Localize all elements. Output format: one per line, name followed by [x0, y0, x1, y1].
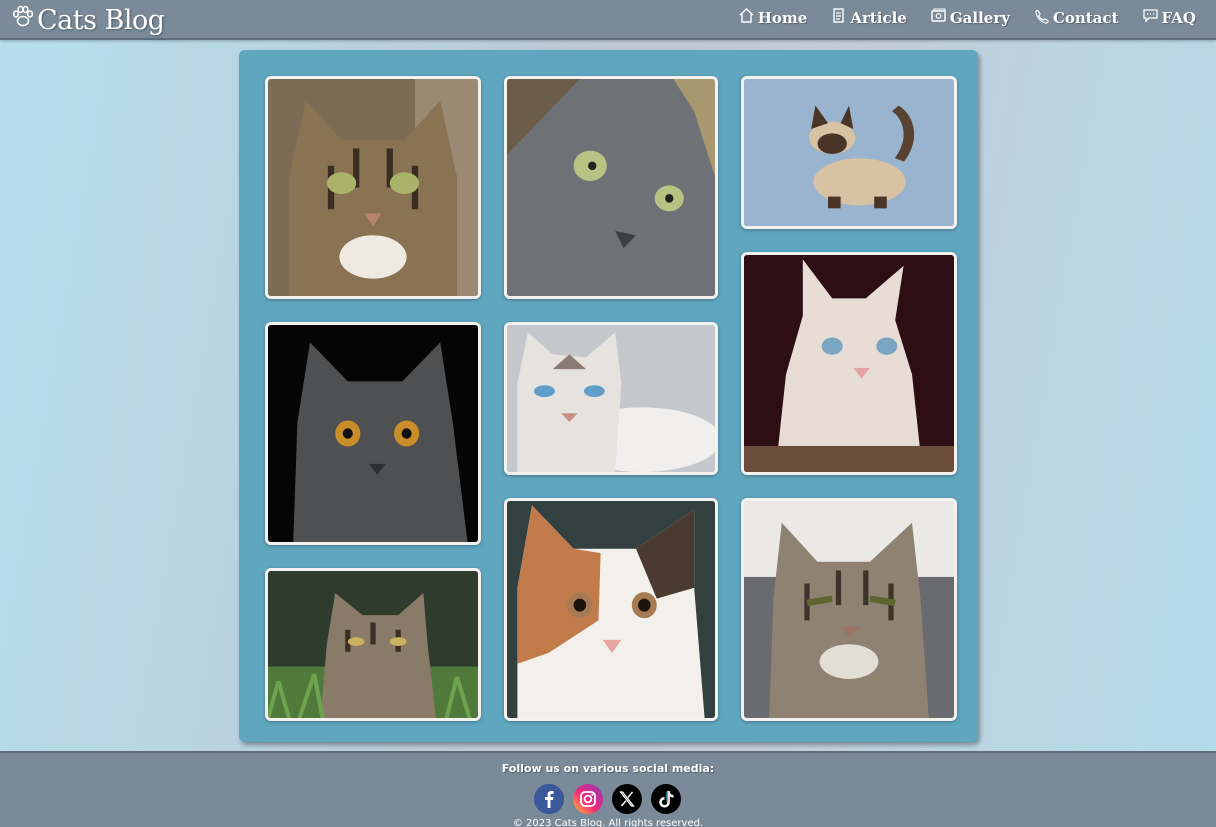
- instagram-link[interactable]: [573, 784, 603, 814]
- white-kitten-photo[interactable]: [741, 252, 957, 475]
- paw-icon: [12, 5, 34, 27]
- nav-gallery-label: Gallery: [949, 9, 1010, 27]
- facebook-icon: [534, 784, 564, 814]
- calico-cat-photo[interactable]: [504, 498, 718, 721]
- nav-contact-label: Contact: [1052, 9, 1119, 27]
- nav-gallery[interactable]: Gallery: [930, 8, 1010, 27]
- home-icon: [739, 8, 754, 23]
- tiktok-icon: [651, 784, 681, 814]
- grumpy-tabby-photo[interactable]: [741, 498, 957, 721]
- social-links: [534, 784, 690, 814]
- logo[interactable]: Cats Blog: [10, 2, 165, 38]
- calico-cat-image: [507, 501, 715, 718]
- blue-eyed-cat-photo[interactable]: [504, 322, 718, 475]
- nav-home[interactable]: Home: [738, 8, 808, 27]
- nav-faq-label: FAQ: [1161, 9, 1196, 27]
- follow-text: Follow us on various social media:: [501, 762, 715, 775]
- nav-article[interactable]: Article: [830, 8, 907, 27]
- nav-contact[interactable]: Contact: [1033, 9, 1119, 27]
- tiktok-link[interactable]: [651, 784, 681, 814]
- facebook-link[interactable]: [534, 784, 564, 814]
- white-kitten-image: [744, 255, 954, 472]
- grumpy-tabby-image: [744, 501, 954, 718]
- black-cat-image: [268, 325, 478, 542]
- instagram-icon: [573, 784, 603, 814]
- x-icon: [612, 784, 642, 814]
- siamese-cat-photo[interactable]: [741, 76, 957, 229]
- gallery-panel: [239, 50, 978, 742]
- article-icon: [833, 8, 845, 23]
- site-header: Cats Blog Home Article Gallery Contact F…: [0, 0, 1216, 40]
- nav-article-label: Article: [850, 9, 907, 27]
- black-cat-photo[interactable]: [265, 322, 481, 545]
- grass-tabby-photo[interactable]: [265, 568, 481, 721]
- siamese-cat-image: [744, 79, 954, 226]
- gray-cat-photo[interactable]: [504, 76, 718, 299]
- faq-icon: [1142, 9, 1158, 23]
- gallery-icon: [931, 8, 946, 22]
- nav-faq[interactable]: FAQ: [1142, 9, 1196, 27]
- nav-home-label: Home: [757, 9, 808, 27]
- grass-tabby-image: [268, 571, 478, 718]
- blue-eyed-cat-image: [507, 325, 715, 472]
- copyright-text: © 2023 Cats Blog. All rights reserved.: [512, 818, 704, 827]
- main-nav: Home Article Gallery Contact FAQ: [715, 6, 1196, 30]
- contact-icon: [1035, 9, 1049, 24]
- site-footer: Follow us on various social media: © 202…: [0, 751, 1216, 827]
- gray-cat-image: [507, 79, 715, 296]
- logo-text: Cats Blog: [37, 4, 165, 36]
- tabby-cat-image: [268, 79, 478, 296]
- tabby-cat-photo[interactable]: [265, 76, 481, 299]
- x-link[interactable]: [612, 784, 642, 814]
